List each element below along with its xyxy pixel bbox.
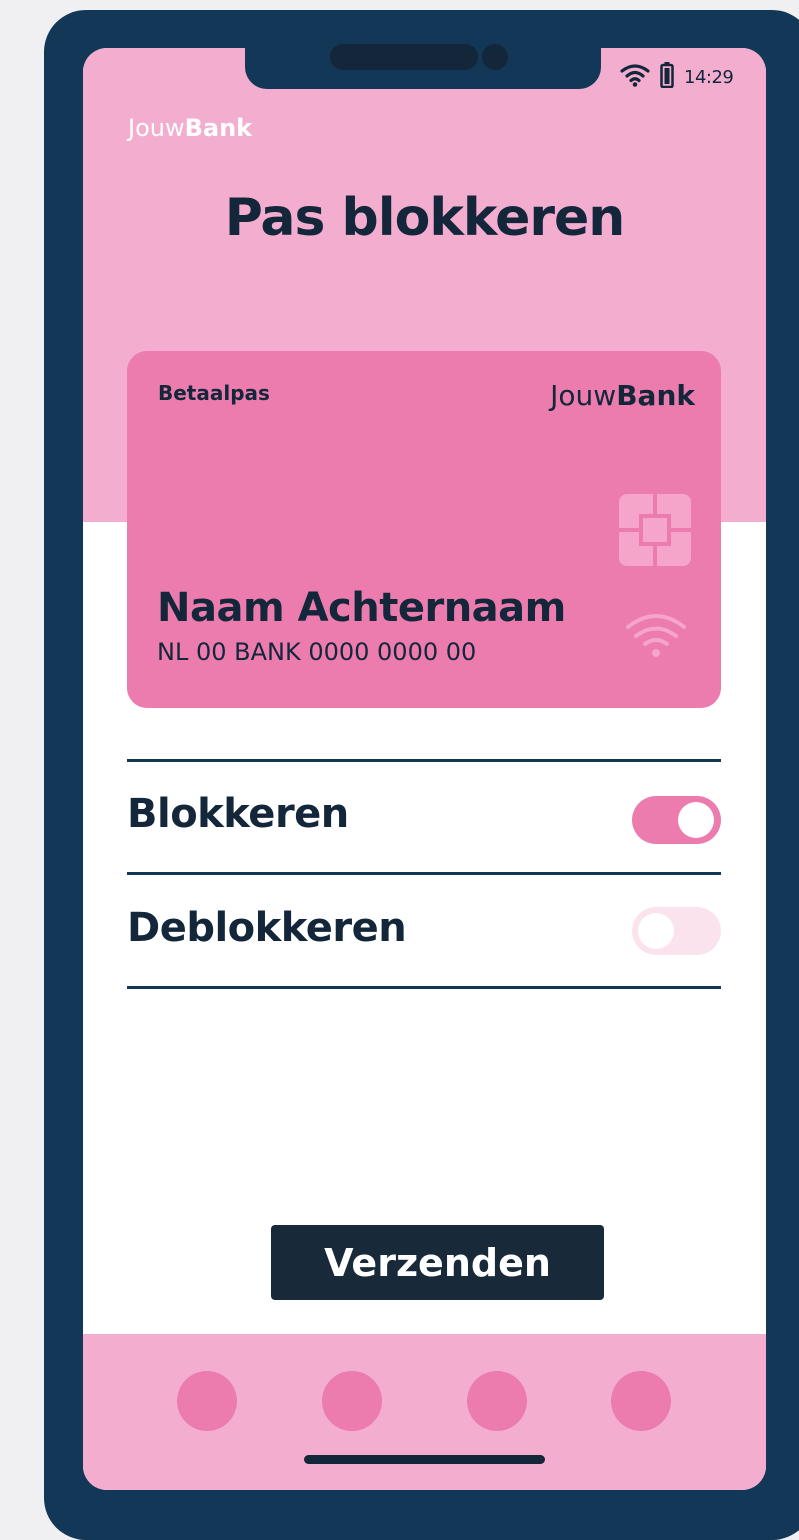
submit-button[interactable]: Verzenden [271,1225,604,1300]
status-bar: 14:29 [620,60,734,94]
card-type-label: Betaalpas [158,381,270,405]
wifi-icon [620,63,650,91]
option-label-block: Blokkeren [127,791,349,837]
nav-dot-3[interactable] [467,1371,527,1431]
card-iban: NL 00 BANK 0000 0000 00 [157,638,477,666]
contactless-icon [624,609,688,663]
divider-top [127,759,721,762]
status-time: 14:29 [684,66,734,88]
app-logo: JouwBank [128,114,252,142]
option-label-unblock: Deblokkeren [127,905,407,951]
card-logo-light: Jouw [550,379,617,412]
unblock-toggle[interactable] [632,907,721,955]
card-logo: JouwBank [550,379,695,412]
toggle-knob [678,802,714,838]
card-holder-name: Naam Achternaam [157,585,566,631]
card-logo-bold: Bank [616,379,695,412]
chip-icon [619,494,691,570]
battery-icon [660,62,674,92]
home-indicator[interactable] [304,1455,545,1464]
app-logo-bold: Bank [184,114,253,142]
toggle-knob [638,913,674,949]
divider-bottom [127,986,721,989]
speaker-grille [330,44,478,70]
nav-dot-4[interactable] [611,1371,671,1431]
block-toggle[interactable] [632,796,721,844]
bank-card: Betaalpas JouwBank Naam Achternaam NL 00… [127,351,721,708]
front-camera [482,44,508,70]
app-logo-light: Jouw [128,114,185,142]
page-title: Pas blokkeren [224,188,626,248]
divider-middle [127,872,721,875]
nav-dot-1[interactable] [177,1371,237,1431]
nav-dot-2[interactable] [322,1371,382,1431]
